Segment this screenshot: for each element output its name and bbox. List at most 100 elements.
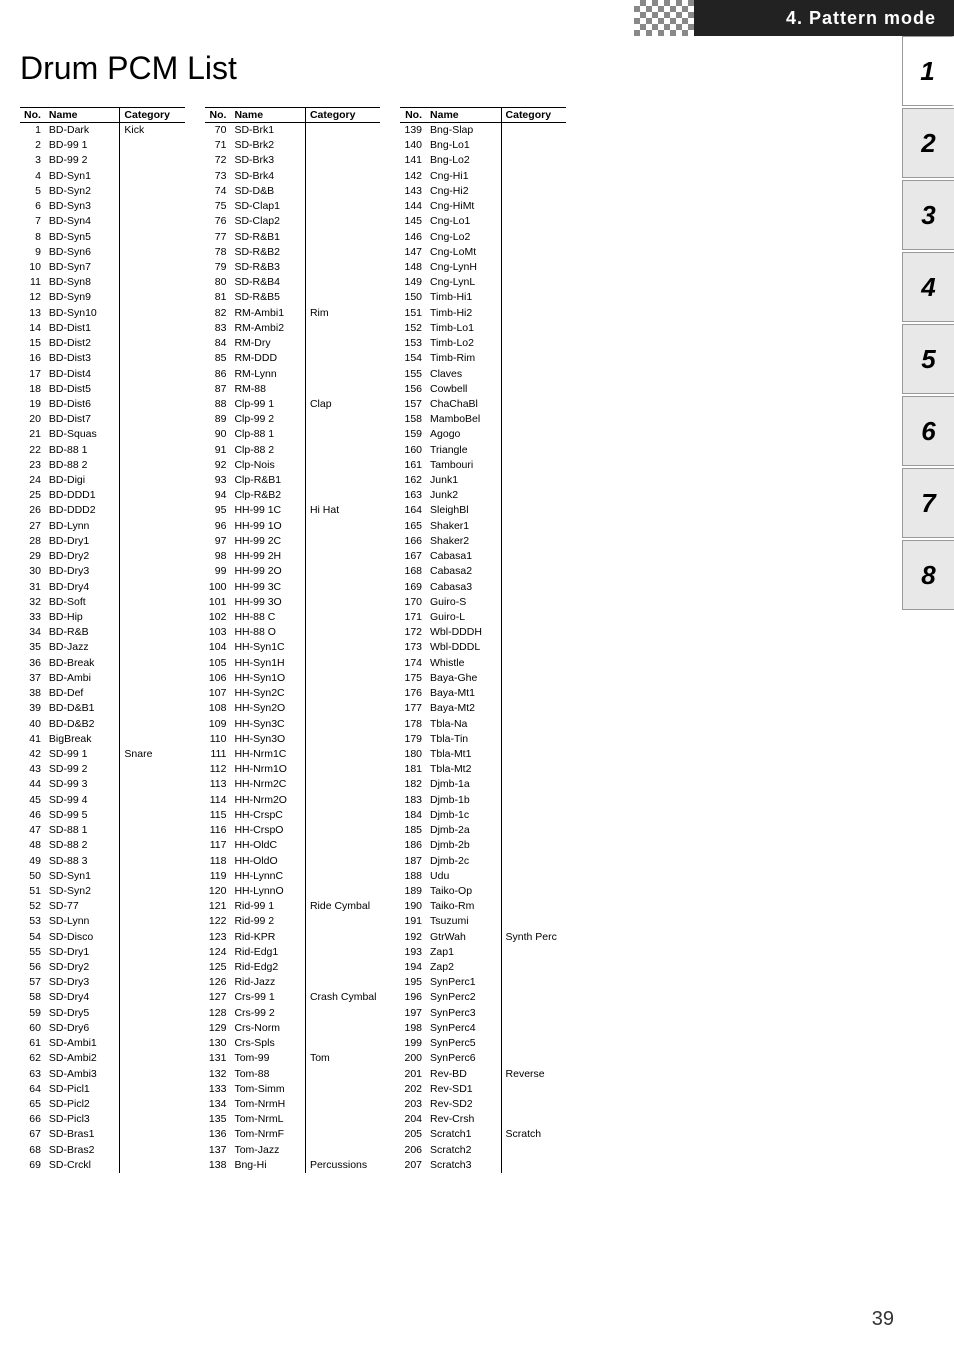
cell-category: [501, 260, 566, 275]
cell-number: 95: [205, 503, 231, 518]
cell-number: 41: [20, 732, 45, 747]
cell-number: 176: [400, 686, 426, 701]
cell-name: HH-88 O: [230, 625, 305, 640]
cell-name: Wbl-DDDH: [426, 625, 501, 640]
cell-number: 202: [400, 1082, 426, 1097]
side-tab-6[interactable]: 6: [902, 396, 954, 466]
cell-category: [501, 1082, 566, 1097]
table-row: 118HH-OldO: [205, 854, 381, 869]
cell-name: HH-Syn2C: [230, 686, 305, 701]
cell-category: [120, 549, 185, 564]
cell-category: [120, 854, 185, 869]
table-row: 198SynPerc4: [400, 1021, 566, 1036]
cell-name: Rid-99 2: [230, 914, 305, 929]
table-row: 130Crs-Spls: [205, 1036, 381, 1051]
cell-number: 125: [205, 960, 231, 975]
cell-number: 52: [20, 899, 45, 914]
cell-number: 90: [205, 427, 231, 442]
cell-category: [501, 214, 566, 229]
side-tab-8[interactable]: 8: [902, 540, 954, 610]
table-row: 51SD-Syn2: [20, 884, 185, 899]
cell-number: 14: [20, 321, 45, 336]
cell-number: 173: [400, 640, 426, 655]
table-row: 181Tbla-Mt2: [400, 762, 566, 777]
cell-name: HH-Nrm1O: [230, 762, 305, 777]
cell-category: [120, 793, 185, 808]
table-row: 93Clp-R&B1: [205, 473, 381, 488]
cell-name: BD-Jazz: [45, 640, 120, 655]
cell-number: 206: [400, 1143, 426, 1158]
cell-name: SD-88 1: [45, 823, 120, 838]
cell-name: BD-D&B1: [45, 701, 120, 716]
cell-name: SD-Dry1: [45, 945, 120, 960]
cell-category: [120, 625, 185, 640]
cell-category: [501, 640, 566, 655]
cell-name: Cowbell: [426, 382, 501, 397]
cell-category: [501, 854, 566, 869]
cell-category: [305, 640, 380, 655]
cell-name: Scratch1: [426, 1127, 501, 1142]
table-row: 64SD-Picl1: [20, 1082, 185, 1097]
table-row: 167Cabasa1: [400, 549, 566, 564]
cell-category: [501, 1143, 566, 1158]
cell-category: [305, 975, 380, 990]
cell-number: 106: [205, 671, 231, 686]
cell-category: [305, 717, 380, 732]
cell-number: 93: [205, 473, 231, 488]
cell-name: Crs-99 2: [230, 1006, 305, 1021]
cell-name: Cng-LoMt: [426, 245, 501, 260]
table-row: 161Tambouri: [400, 458, 566, 473]
cell-category: [120, 990, 185, 1005]
table-row: 153Timb-Lo2: [400, 336, 566, 351]
cell-number: 67: [20, 1127, 45, 1142]
side-tab-4[interactable]: 4: [902, 252, 954, 322]
cell-name: Taiko-Rm: [426, 899, 501, 914]
cell-name: BD-Syn2: [45, 184, 120, 199]
cell-name: BD-Dist4: [45, 367, 120, 382]
cell-number: 131: [205, 1051, 231, 1066]
table-row: 125Rid-Edg2: [205, 960, 381, 975]
table-row: 100HH-99 3C: [205, 580, 381, 595]
cell-category: [501, 367, 566, 382]
side-tab-7[interactable]: 7: [902, 468, 954, 538]
cell-number: 195: [400, 975, 426, 990]
cell-category: [120, 427, 185, 442]
cell-number: 200: [400, 1051, 426, 1066]
table-row: 112HH-Nrm1O: [205, 762, 381, 777]
table-row: 134Tom-NrmH: [205, 1097, 381, 1112]
cell-name: Rev-SD2: [426, 1097, 501, 1112]
side-tab-1[interactable]: 1: [902, 36, 954, 106]
cell-name: Crs-Spls: [230, 1036, 305, 1051]
table-row: 133Tom-Simm: [205, 1082, 381, 1097]
cell-category: [305, 412, 380, 427]
table-row: 206Scratch2: [400, 1143, 566, 1158]
cell-name: SD-Dry4: [45, 990, 120, 1005]
table-row: 32BD-Soft: [20, 595, 185, 610]
side-tab-2[interactable]: 2: [902, 108, 954, 178]
cell-number: 80: [205, 275, 231, 290]
table-row: 146Cng-Lo2: [400, 230, 566, 245]
table-row: 27BD-Lynn: [20, 519, 185, 534]
cell-name: BD-Lynn: [45, 519, 120, 534]
cell-category: [501, 975, 566, 990]
side-tab-5[interactable]: 5: [902, 324, 954, 394]
cell-name: Junk2: [426, 488, 501, 503]
cell-category: [120, 930, 185, 945]
cell-name: BD-R&B: [45, 625, 120, 640]
cell-category: [305, 930, 380, 945]
cell-name: HH-Syn2O: [230, 701, 305, 716]
cell-number: 92: [205, 458, 231, 473]
table-row: 84RM-Dry: [205, 336, 381, 351]
cell-category: [501, 123, 566, 139]
side-tab-3[interactable]: 3: [902, 180, 954, 250]
table-row: 204Rev-Crsh: [400, 1112, 566, 1127]
table-row: 68SD-Bras2: [20, 1143, 185, 1158]
cell-category: [120, 488, 185, 503]
cell-number: 87: [205, 382, 231, 397]
cell-name: Bng-Lo1: [426, 138, 501, 153]
table-row: 53SD-Lynn: [20, 914, 185, 929]
cell-name: HH-OldO: [230, 854, 305, 869]
cell-number: 192: [400, 930, 426, 945]
cell-category: [120, 153, 185, 168]
cell-name: Timb-Hi1: [426, 290, 501, 305]
